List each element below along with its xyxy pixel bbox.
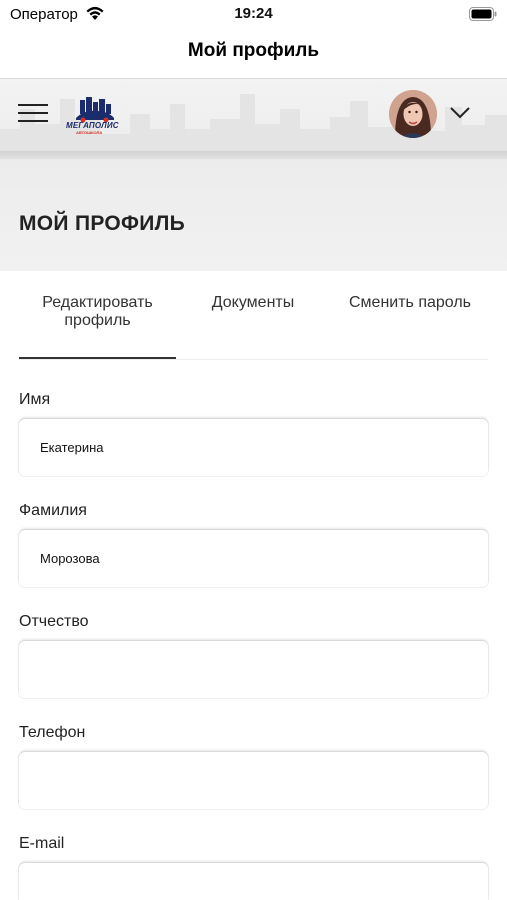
page-title: МОЙ ПРОФИЛЬ (19, 212, 186, 235)
patronymic-label: Отчество (19, 613, 89, 630)
avatar-portrait (389, 90, 437, 138)
last-name-field[interactable] (19, 530, 488, 587)
first-name-field[interactable] (19, 419, 488, 476)
email-field[interactable] (19, 863, 488, 900)
chevron-down-icon[interactable] (449, 106, 471, 120)
battery-icon (469, 7, 497, 21)
tab-edit-profile[interactable]: Редактировать профиль (19, 294, 176, 330)
tabs-divider (19, 359, 488, 360)
phone-label: Телефон (19, 724, 86, 741)
patronymic-field[interactable] (19, 641, 488, 698)
phone-field[interactable] (19, 752, 488, 809)
nav-title: Мой профиль (187, 40, 320, 61)
last-name-label: Фамилия (19, 502, 87, 519)
tab-change-password[interactable]: Сменить пароль (335, 294, 485, 312)
brand-name: МЕГАПОЛИС (66, 121, 119, 130)
email-label: E-mail (19, 835, 65, 852)
first-name-label: Имя (19, 391, 51, 408)
brand-subtitle: АВТОШКОЛА (76, 130, 103, 135)
tab-documents[interactable]: Документы (191, 294, 315, 312)
header-shadow (0, 151, 507, 161)
clock: 19:24 (234, 5, 273, 22)
status-bar: Оператор 19:24 (0, 0, 507, 28)
profile-tabs: Редактировать профиль Документы Сменить … (19, 290, 488, 362)
hamburger-menu-icon[interactable] (18, 104, 50, 126)
user-avatar[interactable] (389, 90, 437, 138)
active-tab-indicator (19, 357, 176, 359)
